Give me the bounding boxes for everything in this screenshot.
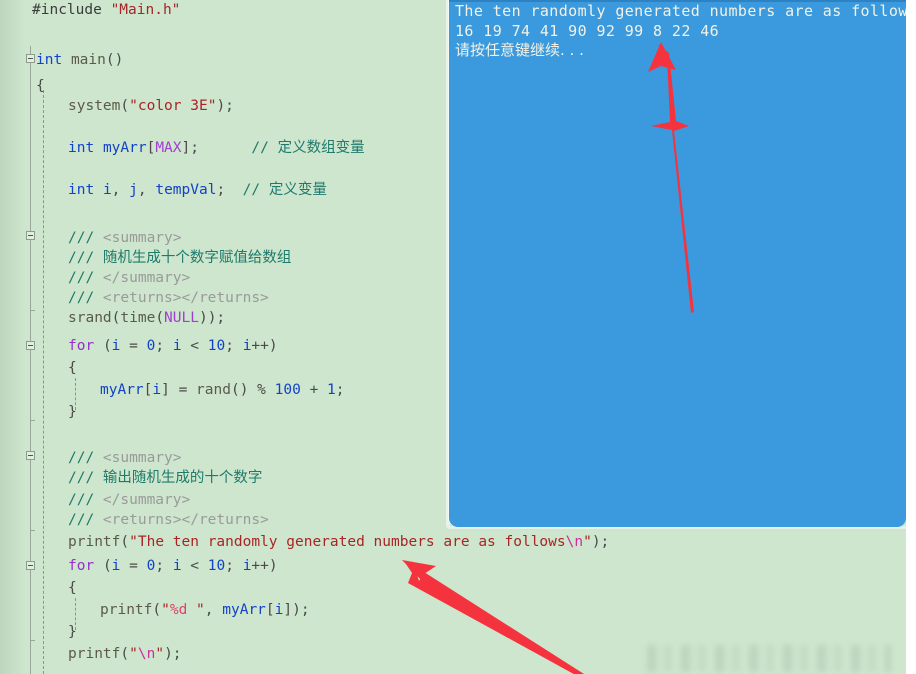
code-line: printf("\n"); [68,646,182,662]
code-line: /// 随机生成十个数字赋值给数组 [68,250,292,266]
code-line: { [68,580,77,596]
code-line: /// <returns></returns> [68,290,269,306]
code-line: { [36,78,45,94]
code-line: /// </summary> [68,492,191,508]
code-line: int main() [36,52,124,68]
code-line: { [68,360,77,376]
blurred-watermark [647,645,891,672]
screenshot-root: #include "Main.h" int main() { system("c… [0,0,916,674]
code-line: /// <summary> [68,230,182,246]
code-line: } [68,404,77,420]
code-line: printf("The ten randomly generated numbe… [68,534,610,550]
code-line: for (i = 0; i < 10; i++) [68,338,278,354]
code-line: for (i = 0; i < 10; i++) [68,558,278,574]
code-line: /// <summary> [68,450,182,466]
code-line: srand(time(NULL)); [68,310,226,326]
console-window[interactable]: The ten randomly generated numbers are a… [449,0,906,527]
code-line: int i, j, tempVal; // 定义变量 [68,182,327,198]
console-output: The ten randomly generated numbers are a… [455,2,906,61]
code-line: myArr[i] = rand() % 100 + 1; [100,382,345,398]
code-line: /// <returns></returns> [68,512,269,528]
code-line: system("color 3E"); [68,98,234,114]
code-line: #include "Main.h" [32,2,181,18]
code-line: int myArr[MAX]; // // 定义数组变量定义数组变量 [68,140,365,156]
console-line-3-prompt: 请按任意键继续. . . [455,41,584,59]
code-line: /// </summary> [68,270,191,286]
right-edge-margin [906,0,916,674]
code-line: /// 输出随机生成的十个数字 [68,470,263,486]
code-line: printf("%d ", myArr[i]); [100,602,310,618]
console-line-2: 16 19 74 41 90 92 99 8 22 46 [455,21,720,40]
console-line-1: The ten randomly generated numbers are a… [455,2,906,20]
code-line: } [68,624,77,640]
